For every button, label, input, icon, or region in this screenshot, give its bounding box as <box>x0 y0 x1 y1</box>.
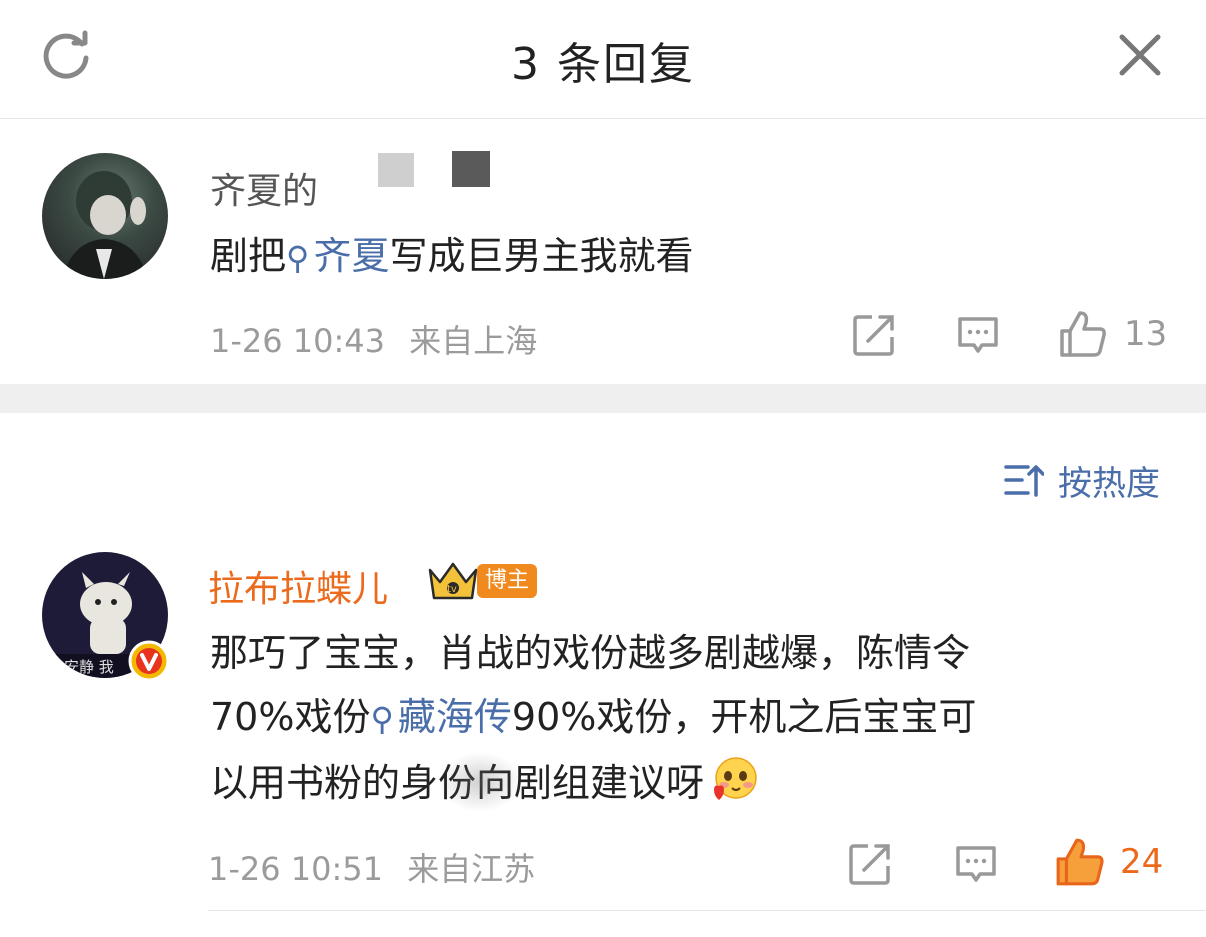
timestamp: 1-26 10:43 <box>210 322 386 360</box>
location: 来自江苏 <box>407 850 536 888</box>
search-icon: ⚲ <box>286 239 310 277</box>
reply-username[interactable]: 拉布拉蝶儿 <box>208 560 388 612</box>
comment-meta: 1-26 10:43 来自上海 <box>210 316 537 362</box>
crown-badge-icon: tv <box>428 562 478 600</box>
username-mosaic <box>452 151 490 187</box>
comment-text: 剧把⚲ 齐夏写成巨男主我就看 <box>210 234 694 278</box>
share-icon[interactable] <box>852 313 896 357</box>
timestamp: 1-26 10:51 <box>208 850 384 888</box>
like-icon[interactable] <box>1058 309 1108 359</box>
topic-link[interactable]: ⚲ 齐夏 <box>286 234 389 278</box>
avatar-image <box>62 171 148 279</box>
reply-text: 那巧了宝宝，肖战的戏份越多剧越爆，陈情令 70%戏份⚲ 藏海传90%戏份，开机之后… <box>210 621 1170 815</box>
like-count: 13 <box>1124 314 1168 354</box>
comment-username[interactable]: 齐夏的 <box>210 162 318 214</box>
avatar[interactable] <box>42 153 168 279</box>
like-count: 24 <box>1120 842 1164 882</box>
row-divider <box>208 910 1206 911</box>
text-smudge <box>438 752 522 812</box>
blogger-badge: 博主 <box>477 564 537 598</box>
sort-icon <box>1004 465 1044 497</box>
like-icon-active[interactable] <box>1054 836 1106 888</box>
comment-icon[interactable] <box>954 842 998 886</box>
modal-header: 3 条回复 <box>0 0 1206 119</box>
blush-emoji <box>714 757 757 800</box>
verified-icon <box>128 640 170 682</box>
modal-title: 3 条回复 <box>511 39 695 90</box>
svg-text:安静 我: 安静 我 <box>64 658 114 676</box>
share-icon[interactable] <box>848 842 892 886</box>
search-icon: ⚲ <box>370 700 394 738</box>
close-icon[interactable] <box>1118 33 1162 77</box>
username-mosaic <box>378 153 414 187</box>
comment-icon[interactable] <box>956 313 1000 357</box>
sort-by-hot-button[interactable]: 按热度 <box>1004 458 1160 504</box>
reply-meta: 1-26 10:51 来自江苏 <box>208 844 535 890</box>
svg-text:tv: tv <box>447 584 457 595</box>
location: 来自上海 <box>409 322 538 360</box>
topic-link[interactable]: ⚲ 藏海传 <box>370 695 511 739</box>
section-divider <box>0 384 1206 413</box>
